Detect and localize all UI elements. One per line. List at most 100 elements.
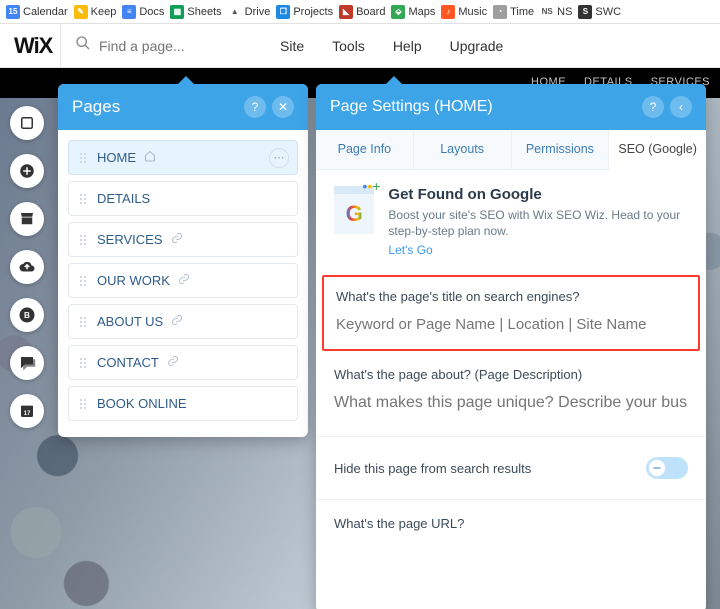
seo-tab-body: ••+ G Get Found on Google Boost your sit… xyxy=(316,170,706,555)
page-item[interactable]: BOOK ONLINE xyxy=(68,386,298,421)
wix-editor-top-bar: WiX SiteToolsHelpUpgrade xyxy=(0,24,720,68)
settings-tab[interactable]: Page Info xyxy=(316,130,414,169)
bookmark-item[interactable]: 15Calendar xyxy=(6,5,68,19)
page-item-label: BOOK ONLINE xyxy=(97,396,187,411)
pages-panel-title: Pages xyxy=(72,97,238,117)
bookmark-favicon: 15 xyxy=(6,5,20,19)
bookmark-favicon: ▦ xyxy=(170,5,184,19)
bookmark-favicon: ❐ xyxy=(276,5,290,19)
bookmark-favicon: NS xyxy=(540,5,554,19)
bookmark-favicon: ♪ xyxy=(441,5,455,19)
bookmark-favicon: ⬙ xyxy=(391,5,405,19)
editor-top-menu: Site Tools Help Upgrade xyxy=(280,38,503,54)
page-settings-panel: Page Settings (HOME) ? ‹ Page InfoLayout… xyxy=(316,84,706,609)
bookmark-favicon: ▲ xyxy=(228,5,242,19)
page-item[interactable]: OUR WORK xyxy=(68,263,298,298)
page-item-label: OUR WORK xyxy=(97,273,170,288)
bookmark-item[interactable]: ⬙Maps xyxy=(391,5,435,19)
settings-tab[interactable]: Layouts xyxy=(414,130,512,169)
top-menu-item[interactable]: Site xyxy=(280,38,304,54)
back-icon[interactable]: ‹ xyxy=(670,96,692,118)
hide-from-search-row: Hide this page from search results xyxy=(334,443,688,493)
link-icon xyxy=(178,273,190,288)
pages-list: HOME ⋯ DETAILS SERVICES OUR WORK ABOUT US CONT… xyxy=(58,130,308,437)
url-field-block: What's the page URL? xyxy=(334,506,688,531)
bookmark-item[interactable]: ✎Keep xyxy=(74,5,117,19)
divider xyxy=(316,499,706,500)
pages-tool-button[interactable] xyxy=(10,106,44,140)
hide-switch-toggle[interactable] xyxy=(646,457,688,479)
page-item[interactable]: SERVICES xyxy=(68,222,298,257)
bookings-tool-button[interactable]: 17 xyxy=(10,394,44,428)
promo-heading: Get Found on Google xyxy=(388,186,688,203)
bookmark-label: Calendar xyxy=(23,6,68,18)
settings-tab[interactable]: Permissions xyxy=(512,130,610,169)
description-field-block: What's the page about? (Page Description… xyxy=(334,357,688,430)
bookmark-item[interactable]: ◣Board xyxy=(339,5,385,19)
bookmark-item[interactable]: ◔Time xyxy=(493,5,534,19)
seo-promo: ••+ G Get Found on Google Boost your sit… xyxy=(334,186,688,259)
page-search[interactable] xyxy=(60,24,260,67)
page-item-label: CONTACT xyxy=(97,355,159,370)
chat-tool-button[interactable] xyxy=(10,346,44,380)
add-tool-button[interactable] xyxy=(10,154,44,188)
drag-handle-icon[interactable] xyxy=(79,234,89,246)
promo-cta-link[interactable]: Let's Go xyxy=(388,243,432,257)
description-field-input[interactable] xyxy=(334,390,688,416)
description-field-label: What's the page about? (Page Description… xyxy=(334,367,688,382)
bookmark-label: Music xyxy=(458,6,487,18)
page-item[interactable]: CONTACT xyxy=(68,345,298,380)
page-item-label: ABOUT US xyxy=(97,314,163,329)
pages-panel-header: Pages ? ✕ xyxy=(58,84,308,130)
bookmark-label: Maps xyxy=(408,6,435,18)
svg-text:B: B xyxy=(24,311,30,320)
help-icon[interactable]: ? xyxy=(244,96,266,118)
page-item-label: HOME xyxy=(97,150,136,165)
page-item[interactable]: DETAILS xyxy=(68,181,298,216)
top-menu-item[interactable]: Tools xyxy=(332,38,365,54)
drag-handle-icon[interactable] xyxy=(79,316,89,328)
bookmark-item[interactable]: ♪Music xyxy=(441,5,487,19)
bookmark-item[interactable]: SSWC xyxy=(578,5,621,19)
bookmark-item[interactable]: ❐Projects xyxy=(276,5,333,19)
divider xyxy=(316,436,706,437)
bookmark-item[interactable]: ▦Sheets xyxy=(170,5,221,19)
link-icon xyxy=(167,355,179,370)
drag-handle-icon[interactable] xyxy=(79,193,89,205)
upload-tool-button[interactable] xyxy=(10,250,44,284)
store-tool-button[interactable] xyxy=(10,202,44,236)
bookmark-item[interactable]: NSNS xyxy=(540,5,572,19)
page-item[interactable]: ABOUT US xyxy=(68,304,298,339)
help-icon[interactable]: ? xyxy=(642,96,664,118)
google-tile-icon: ••+ G xyxy=(334,186,374,234)
promo-body: Boost your site's SEO with Wix SEO Wiz. … xyxy=(388,207,688,239)
page-item[interactable]: HOME ⋯ xyxy=(68,140,298,175)
bookmark-label: Board xyxy=(356,6,385,18)
bookmark-label: Drive xyxy=(245,6,271,18)
sparkle-icon: ••+ xyxy=(362,178,380,194)
drag-handle-icon[interactable] xyxy=(79,398,89,410)
settings-panel-header: Page Settings (HOME) ? ‹ xyxy=(316,84,706,130)
drag-handle-icon[interactable] xyxy=(79,357,89,369)
bookmark-label: Time xyxy=(510,6,534,18)
home-icon xyxy=(144,150,156,165)
link-icon xyxy=(171,232,183,247)
drag-handle-icon[interactable] xyxy=(79,152,89,164)
title-field-input[interactable] xyxy=(336,312,686,337)
top-menu-item[interactable]: Help xyxy=(393,38,422,54)
bookmark-item[interactable]: ▲Drive xyxy=(228,5,271,19)
close-icon[interactable]: ✕ xyxy=(272,96,294,118)
settings-tab[interactable]: SEO (Google) xyxy=(609,130,706,170)
bookmark-label: Keep xyxy=(91,6,117,18)
page-more-icon[interactable]: ⋯ xyxy=(269,148,289,168)
bookmark-favicon: ≡ xyxy=(122,5,136,19)
top-menu-item[interactable]: Upgrade xyxy=(450,38,504,54)
search-input[interactable] xyxy=(99,38,239,54)
drag-handle-icon[interactable] xyxy=(79,275,89,287)
page-item-label: SERVICES xyxy=(97,232,163,247)
bookmark-item[interactable]: ≡Docs xyxy=(122,5,164,19)
blog-tool-button[interactable]: B xyxy=(10,298,44,332)
bookmark-label: NS xyxy=(557,6,572,18)
editor-stage: B 17 Pages ? ✕ HOME ⋯ DETAILS SERVICES OUR W… xyxy=(0,98,720,609)
browser-bookmarks-bar: 15Calendar ✎Keep ≡Docs ▦Sheets ▲Drive ❐Projec… xyxy=(0,0,720,24)
